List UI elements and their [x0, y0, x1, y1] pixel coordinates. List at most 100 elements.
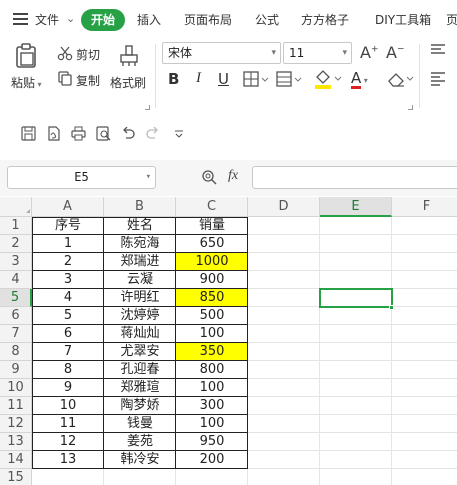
row-header-15[interactable]: 15: [0, 469, 32, 485]
copy-icon[interactable]: [57, 70, 73, 89]
grow-font-button[interactable]: A+: [360, 43, 379, 62]
table-cell[interactable]: 100: [176, 325, 248, 343]
menu-file[interactable]: 文件: [35, 10, 59, 30]
undo-icon[interactable]: [121, 126, 135, 143]
bold-button[interactable]: B: [168, 70, 179, 88]
table-cell[interactable]: 孔迎春: [104, 361, 176, 379]
fill-color-icon[interactable]: [313, 68, 343, 93]
row-header-4[interactable]: 4: [0, 271, 32, 289]
tab-start[interactable]: 开始: [81, 9, 125, 31]
table-cell[interactable]: 12: [32, 433, 104, 451]
tab-diy-tools[interactable]: DIY工具箱: [375, 10, 431, 30]
row-header-7[interactable]: 7: [0, 325, 32, 343]
customize-toolbar-icon[interactable]: [174, 128, 184, 142]
table-cell[interactable]: 陈宛海: [104, 235, 176, 253]
eraser-icon[interactable]: [386, 69, 414, 92]
header-cell-c[interactable]: 销量: [176, 217, 248, 235]
export-pdf-icon[interactable]: [46, 126, 61, 144]
table-cell[interactable]: 10: [32, 397, 104, 415]
name-box[interactable]: E5 ▾: [7, 166, 156, 189]
table-cell[interactable]: 陶梦娇: [104, 397, 176, 415]
table-cell[interactable]: 850: [176, 289, 248, 307]
row-header-5[interactable]: 5: [0, 289, 32, 307]
active-cell[interactable]: [319, 288, 393, 308]
table-cell[interactable]: 200: [176, 451, 248, 469]
save-icon[interactable]: [21, 126, 36, 144]
menu-icon[interactable]: [13, 13, 28, 25]
italic-button[interactable]: I: [196, 70, 201, 87]
table-cell[interactable]: 500: [176, 307, 248, 325]
header-cell-b[interactable]: 姓名: [104, 217, 176, 235]
print-preview-icon[interactable]: [96, 126, 111, 144]
table-cell[interactable]: 9: [32, 379, 104, 397]
column-header-e[interactable]: E: [320, 197, 392, 217]
table-cell[interactable]: 5: [32, 307, 104, 325]
table-cell[interactable]: 沈婷婷: [104, 307, 176, 325]
table-cell[interactable]: 2: [32, 253, 104, 271]
font-name-select[interactable]: 宋体 ▾: [162, 42, 281, 64]
shrink-font-button[interactable]: A−: [386, 43, 405, 62]
table-cell[interactable]: 蒋灿灿: [104, 325, 176, 343]
tab-formulas[interactable]: 公式: [255, 10, 279, 30]
table-cell[interactable]: 100: [176, 379, 248, 397]
font-expand-icon[interactable]: [408, 105, 413, 110]
scissors-icon[interactable]: [57, 45, 73, 64]
format-painter-button[interactable]: 格式刷: [110, 74, 146, 91]
paste-icon[interactable]: [12, 42, 40, 73]
fill-pattern-icon[interactable]: [276, 71, 302, 90]
table-cell[interactable]: 350: [176, 343, 248, 361]
table-cell[interactable]: 11: [32, 415, 104, 433]
column-header-c[interactable]: C: [176, 197, 248, 217]
table-cell[interactable]: 4: [32, 289, 104, 307]
column-header-f[interactable]: F: [392, 197, 457, 217]
column-header-d[interactable]: D: [248, 197, 320, 217]
column-header-b[interactable]: B: [104, 197, 176, 217]
tab-page[interactable]: 页: [446, 10, 457, 30]
column-header-a[interactable]: A: [32, 197, 104, 217]
copy-button[interactable]: 复制: [76, 72, 100, 89]
tab-insert[interactable]: 插入: [137, 10, 161, 30]
table-cell[interactable]: 650: [176, 235, 248, 253]
table-cell[interactable]: 许明红: [104, 289, 176, 307]
row-header-12[interactable]: 12: [0, 415, 32, 433]
table-cell[interactable]: 900: [176, 271, 248, 289]
formula-input[interactable]: [252, 166, 457, 189]
row-header-8[interactable]: 8: [0, 343, 32, 361]
underline-button[interactable]: U: [218, 70, 229, 88]
font-size-select[interactable]: 11 ▾: [283, 42, 352, 64]
insert-function-button[interactable]: fx: [228, 168, 238, 184]
row-header-13[interactable]: 13: [0, 433, 32, 451]
row-header-10[interactable]: 10: [0, 379, 32, 397]
row-header-11[interactable]: 11: [0, 397, 32, 415]
zoom-search-icon[interactable]: [201, 169, 217, 188]
print-icon[interactable]: [71, 126, 86, 144]
fill-handle[interactable]: [389, 305, 394, 310]
row-header-1[interactable]: 1: [0, 217, 32, 235]
header-cell-a[interactable]: 序号: [32, 217, 104, 235]
table-cell[interactable]: 韩冷安: [104, 451, 176, 469]
table-cell[interactable]: 6: [32, 325, 104, 343]
table-cell[interactable]: 8: [32, 361, 104, 379]
align-top-icon[interactable]: [431, 44, 447, 59]
row-header-9[interactable]: 9: [0, 361, 32, 379]
tab-page-layout[interactable]: 页面布局: [184, 10, 232, 30]
table-cell[interactable]: 1: [32, 235, 104, 253]
table-cell[interactable]: 950: [176, 433, 248, 451]
table-cell[interactable]: 800: [176, 361, 248, 379]
tab-fangfang[interactable]: 方方格子: [301, 10, 349, 30]
row-header-2[interactable]: 2: [0, 235, 32, 253]
table-cell[interactable]: 姜苑: [104, 433, 176, 451]
row-header-6[interactable]: 6: [0, 307, 32, 325]
table-cell[interactable]: 13: [32, 451, 104, 469]
clipboard-expand-icon[interactable]: [145, 105, 150, 110]
table-cell[interactable]: 7: [32, 343, 104, 361]
table-cell[interactable]: 钱曼: [104, 415, 176, 433]
table-cell[interactable]: 1000: [176, 253, 248, 271]
align-left-icon[interactable]: [431, 72, 447, 89]
table-cell[interactable]: 100: [176, 415, 248, 433]
select-all-corner[interactable]: [0, 197, 32, 217]
table-cell[interactable]: 3: [32, 271, 104, 289]
table-cell[interactable]: 云凝: [104, 271, 176, 289]
table-cell[interactable]: 郑瑞进: [104, 253, 176, 271]
cut-button[interactable]: 剪切: [76, 46, 100, 63]
